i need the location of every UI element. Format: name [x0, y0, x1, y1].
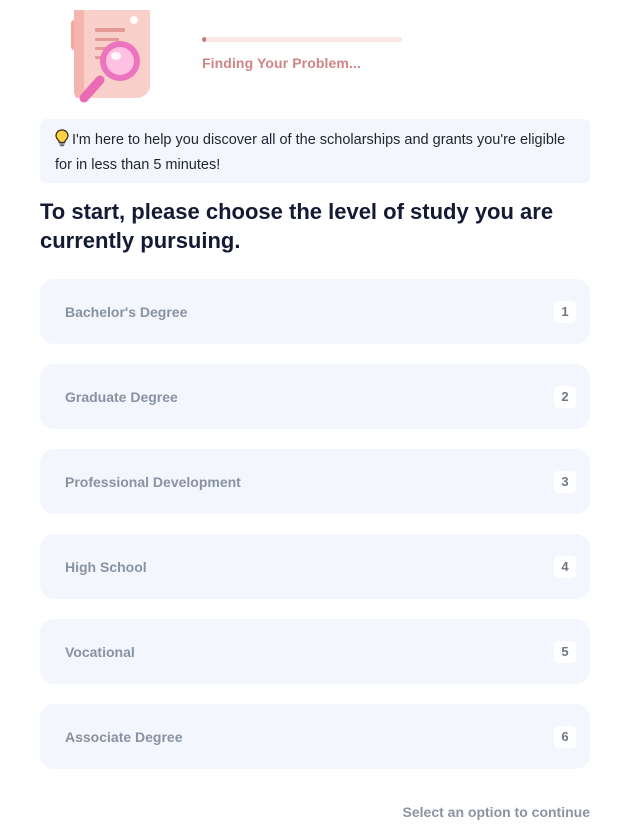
status-text: Finding Your Problem... [202, 55, 361, 71]
option-associate-degree[interactable]: Associate Degree 6 [40, 704, 590, 769]
option-label: High School [65, 558, 147, 575]
option-key-badge: 6 [554, 725, 576, 748]
progress-bar [202, 37, 402, 42]
option-label: Professional Development [65, 473, 241, 490]
option-key-badge: 1 [554, 300, 576, 323]
option-high-school[interactable]: High School 4 [40, 534, 590, 599]
options-list: Bachelor's Degree 1 Graduate Degree 2 Pr… [40, 279, 590, 789]
continue-hint: Select an option to continue [402, 804, 590, 820]
intro-message: I'm here to help you discover all of the… [40, 119, 590, 183]
option-graduate-degree[interactable]: Graduate Degree 2 [40, 364, 590, 429]
option-key-badge: 5 [554, 640, 576, 663]
option-key-badge: 2 [554, 385, 576, 408]
lightbulb-icon [55, 129, 69, 154]
option-key-badge: 4 [554, 555, 576, 578]
option-label: Associate Degree [65, 728, 183, 745]
option-label: Bachelor's Degree [65, 303, 188, 320]
option-vocational[interactable]: Vocational 5 [40, 619, 590, 684]
question-heading: To start, please choose the level of stu… [40, 199, 554, 253]
option-label: Vocational [65, 643, 135, 660]
option-professional-development[interactable]: Professional Development 3 [40, 449, 590, 514]
document-search-illustration-icon [62, 6, 158, 106]
progress-bar-fill [202, 37, 206, 42]
option-key-badge: 3 [554, 470, 576, 493]
option-label: Graduate Degree [65, 388, 178, 405]
intro-text: I'm here to help you discover all of the… [55, 132, 566, 173]
option-bachelors-degree[interactable]: Bachelor's Degree 1 [40, 279, 590, 344]
header: Finding Your Problem... [0, 0, 620, 110]
